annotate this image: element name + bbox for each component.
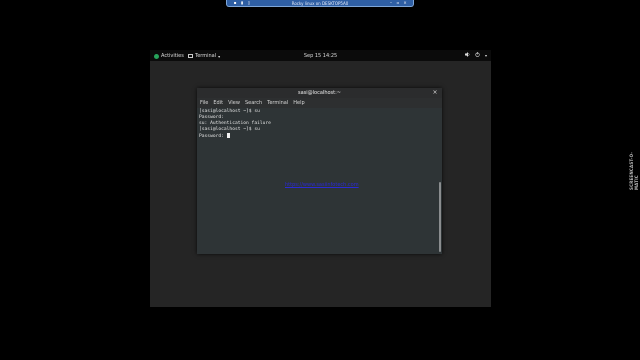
menu-terminal[interactable]: Terminal	[267, 99, 288, 107]
terminal-output[interactable]: [sasi@localhost ~]$ su Password: su: Aut…	[197, 108, 442, 254]
volume-icon	[464, 52, 470, 59]
minimize-icon[interactable]: –	[389, 1, 393, 5]
remote-desktop-bar: ▪ ▮ ▯ Rocky linux on DESKTOP5A0 – ▫ ×	[226, 0, 414, 7]
menu-view[interactable]: View	[228, 99, 240, 107]
recording-watermark: SCREENCAST-O-MATIC	[629, 151, 639, 190]
scrollbar-thumb[interactable]	[439, 182, 441, 252]
close-icon[interactable]: ×	[432, 88, 438, 98]
menu-help[interactable]: Help	[293, 99, 304, 107]
menu-edit[interactable]: Edit	[213, 99, 223, 107]
system-menu[interactable]: ▾	[464, 52, 487, 59]
terminal-title: sasi@localhost:~	[197, 88, 442, 98]
terminal-prompt-line: Password:	[199, 133, 440, 139]
menu-file[interactable]: File	[200, 99, 208, 107]
remote-desktop-title: Rocky linux on DESKTOP5A0	[291, 1, 349, 6]
terminal-line: Password:	[199, 134, 227, 139]
text-cursor	[226, 133, 230, 138]
power-icon	[475, 52, 480, 59]
terminal-scrollbar[interactable]	[438, 110, 441, 252]
gnome-top-bar: Activities Terminal ▾ Sep 15 14:25 ▾	[150, 50, 491, 61]
close-icon[interactable]: ×	[403, 1, 407, 5]
clock[interactable]: Sep 15 14:25	[150, 53, 491, 59]
menu-search[interactable]: Search	[245, 99, 262, 107]
chevron-down-icon: ▾	[484, 53, 487, 58]
restore-icon[interactable]: ▫	[396, 1, 400, 5]
terminal-window[interactable]: sasi@localhost:~ × File Edit View Search…	[197, 88, 442, 254]
website-link[interactable]: https://www.sasiinfotech.com	[285, 182, 359, 188]
remote-screen: Activities Terminal ▾ Sep 15 14:25 ▾ sas…	[150, 50, 491, 307]
terminal-menubar: File Edit View Search Terminal Help	[197, 99, 442, 107]
